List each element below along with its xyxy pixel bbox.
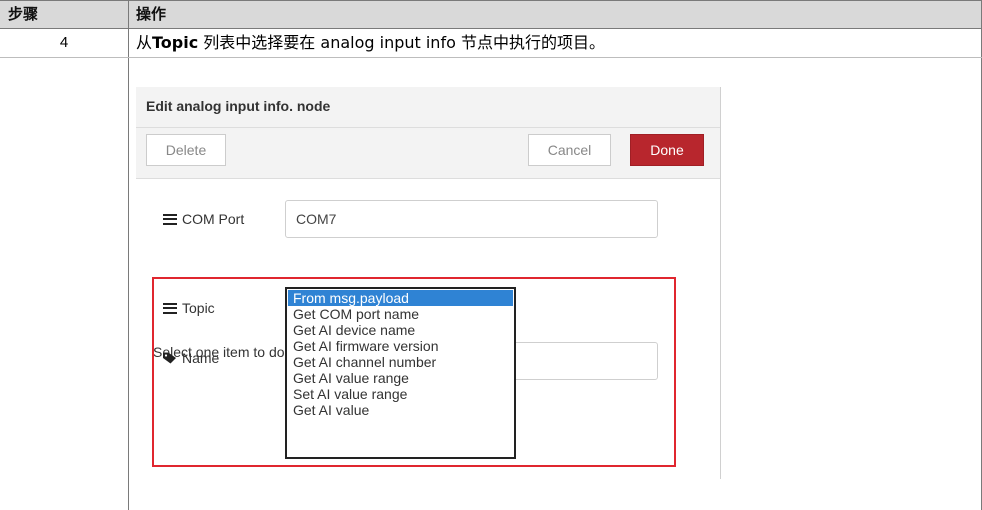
topic-option[interactable]: Get AI value <box>288 402 513 418</box>
list-icon <box>163 213 177 225</box>
header-step: 步骤 <box>8 5 39 23</box>
procedure-table: 步骤 操作 4 从Topic 列表中选择要在 analog input info… <box>0 0 982 510</box>
topic-label-text: Topic <box>182 300 215 316</box>
dialog-title-bar: Edit analog input info. node <box>136 87 720 128</box>
instruction-prefix: 从 <box>136 33 153 52</box>
column-divider <box>128 0 129 510</box>
topic-option[interactable]: Get AI channel number <box>288 354 513 370</box>
topic-option[interactable]: Set AI value range <box>288 386 513 402</box>
step-instruction: 从Topic 列表中选择要在 analog input info 节点中执行的项… <box>136 30 605 56</box>
tag-icon <box>163 353 176 364</box>
table-header-row: 步骤 操作 <box>0 0 982 29</box>
topic-option[interactable]: Get AI firmware version <box>288 338 513 354</box>
instruction-suffix: 列表中选择要在 analog input info 节点中执行的项目。 <box>198 33 605 52</box>
topic-option[interactable]: Get AI value range <box>288 370 513 386</box>
step-number: 4 <box>59 34 69 51</box>
header-action: 操作 <box>136 5 167 23</box>
com-port-label: COM Port <box>163 210 244 228</box>
done-button[interactable]: Done <box>630 134 704 166</box>
topic-option[interactable]: Get AI device name <box>288 322 513 338</box>
delete-button[interactable]: Delete <box>146 134 226 166</box>
instruction-keyword: Topic <box>152 33 199 52</box>
topic-option[interactable]: Get COM port name <box>288 306 513 322</box>
topic-label: Topic <box>163 299 215 317</box>
topic-dropdown-list[interactable]: From msg.payload Get COM port name Get A… <box>285 287 516 459</box>
name-label: Name <box>163 349 219 367</box>
com-port-field[interactable]: COM7 <box>285 200 658 238</box>
topic-option[interactable]: From msg.payload <box>288 290 513 306</box>
dialog-title: Edit analog input info. node <box>146 98 331 114</box>
row-divider <box>0 57 982 58</box>
com-port-label-text: COM Port <box>182 211 245 227</box>
name-label-text: Name <box>182 350 220 366</box>
cancel-button[interactable]: Cancel <box>528 134 611 166</box>
dialog-toolbar: Delete Cancel Done <box>136 128 720 179</box>
edit-node-dialog: Edit analog input info. node Delete Canc… <box>136 87 721 479</box>
list-icon <box>163 302 177 314</box>
